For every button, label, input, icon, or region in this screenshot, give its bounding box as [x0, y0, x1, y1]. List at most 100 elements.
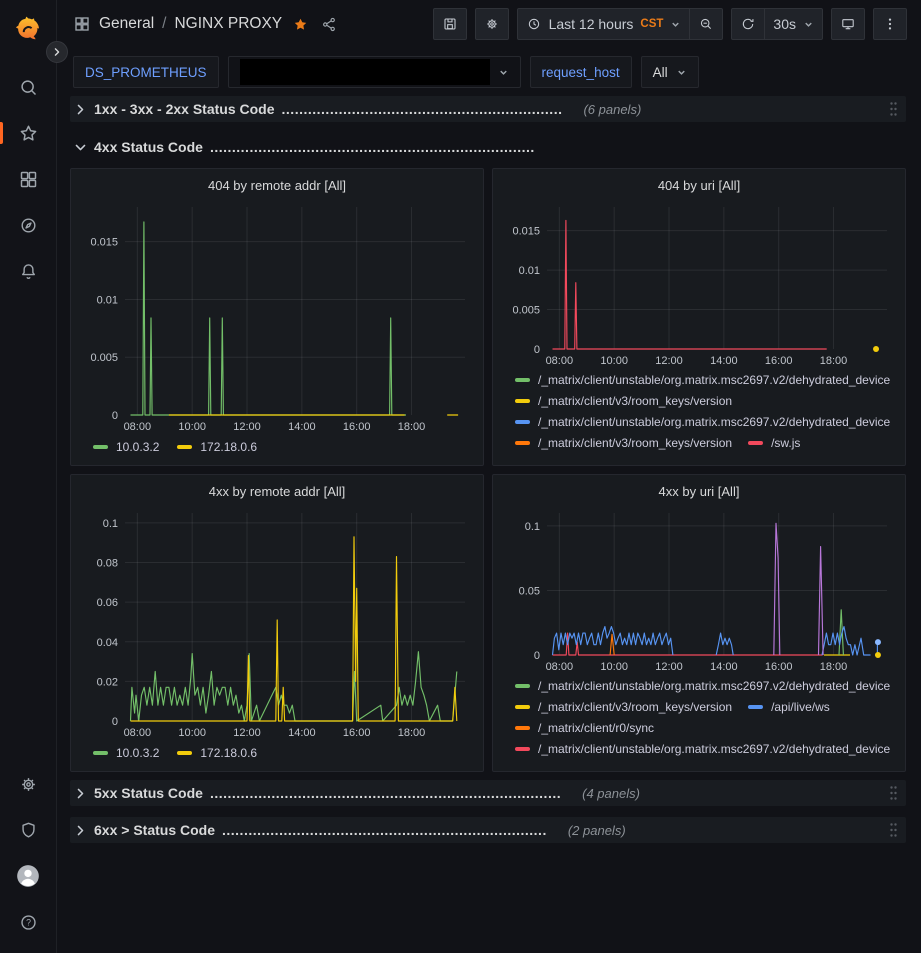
sidebar-item-configuration[interactable] [0, 761, 57, 807]
legend-color-swatch [748, 441, 763, 445]
variable-select-ds-prometheus[interactable] [228, 56, 521, 88]
legend-item[interactable]: /_matrix/client/r0/sync [515, 721, 654, 735]
sidebar: ? [0, 0, 57, 953]
row-4xx[interactable]: 4xx Status Code ........................… [70, 134, 906, 160]
legend-label: /_matrix/client/r0/sync [538, 721, 654, 735]
legend-color-swatch [93, 751, 108, 755]
zoom-out-icon [698, 16, 714, 32]
variable-label-ds-prometheus[interactable]: DS_PROMETHEUS [73, 56, 219, 88]
row-5xx[interactable]: 5xx Status Code ........................… [70, 780, 906, 806]
dashboards-grid-icon [18, 169, 39, 190]
svg-text:08:00: 08:00 [124, 421, 152, 433]
legend-color-swatch [515, 747, 530, 751]
alerting-bell-icon [18, 261, 39, 282]
panel-title[interactable]: 404 by uri [All] [503, 175, 895, 199]
svg-text:0.015: 0.015 [90, 237, 118, 249]
legend-item[interactable]: /api/live/ws [748, 700, 830, 714]
svg-text:12:00: 12:00 [655, 355, 683, 367]
svg-text:10:00: 10:00 [178, 727, 206, 739]
legend-item[interactable]: /sw.js [748, 436, 800, 450]
legend-item[interactable]: /_matrix/client/unstable/org.matrix.msc2… [515, 742, 890, 756]
kebab-menu-icon [882, 16, 898, 32]
chevron-right-icon [52, 47, 62, 57]
svg-text:08:00: 08:00 [546, 355, 574, 367]
shield-icon [18, 820, 39, 841]
sidebar-item-server-admin[interactable] [0, 807, 57, 853]
variable-label-request-host[interactable]: request_host [530, 56, 632, 88]
variable-select-request-host[interactable]: All [641, 56, 699, 88]
svg-text:12:00: 12:00 [655, 661, 683, 673]
panel-title[interactable]: 4xx by remote addr [All] [81, 481, 473, 505]
legend-item[interactable]: /_matrix/client/v3/room_keys/version [515, 394, 732, 408]
chart-area[interactable]: 08:0010:0012:0014:0016:0018:0000.050.1 [503, 505, 895, 675]
cycle-view-mode-button[interactable] [831, 8, 865, 40]
sidebar-expand-button[interactable] [46, 41, 68, 63]
refresh-interval-picker[interactable]: 30s [765, 8, 823, 40]
sidebar-item-alerting[interactable] [0, 248, 57, 294]
save-dashboard-button[interactable] [433, 8, 467, 40]
row-leader: ........................................… [222, 822, 547, 838]
explore-compass-icon [18, 215, 39, 236]
svg-text:0.1: 0.1 [525, 521, 540, 533]
top-navbar: General / NGINX PROXY [57, 0, 921, 48]
panel-4xx-by-uri: 4xx by uri [All]08:0010:0012:0014:0016:0… [492, 474, 906, 772]
svg-text:16:00: 16:00 [343, 727, 371, 739]
svg-text:0.05: 0.05 [519, 585, 540, 597]
legend-item[interactable]: 10.0.3.2 [93, 440, 159, 454]
legend-item[interactable]: /_matrix/client/unstable/org.matrix.msc2… [515, 679, 890, 693]
time-picker-group: Last 12 hours CST [517, 8, 724, 40]
sidebar-item-starred[interactable] [0, 110, 57, 156]
variable-value: All [653, 65, 668, 80]
svg-text:16:00: 16:00 [765, 661, 793, 673]
drag-handle-icon[interactable] [885, 785, 902, 801]
legend-color-swatch [748, 705, 763, 709]
svg-text:18:00: 18:00 [820, 661, 848, 673]
sidebar-item-search[interactable] [0, 64, 57, 110]
sidebar-item-help[interactable]: ? [0, 899, 57, 945]
row-title: 4xx Status Code [94, 139, 203, 155]
legend-item[interactable]: /_matrix/client/unstable/org.matrix.msc2… [515, 373, 890, 387]
chart-area[interactable]: 08:0010:0012:0014:0016:0018:0000.0050.01… [503, 199, 895, 369]
legend: /_matrix/client/unstable/org.matrix.msc2… [503, 373, 895, 459]
legend-item[interactable]: /_matrix/client/v3/room_keys/version [515, 436, 732, 450]
refresh-button[interactable] [731, 8, 765, 40]
legend-label: 10.0.3.2 [116, 746, 159, 760]
svg-text:18:00: 18:00 [820, 355, 848, 367]
legend-item[interactable]: 10.0.3.2 [93, 746, 159, 760]
drag-handle-icon[interactable] [885, 822, 902, 838]
row-panel-count: (4 panels) [582, 786, 640, 801]
legend-item[interactable]: /_matrix/client/v3/room_keys/version [515, 700, 732, 714]
legend-item[interactable]: 172.18.0.6 [177, 440, 257, 454]
legend-color-swatch [515, 420, 530, 424]
legend-label: /_matrix/client/v3/room_keys/version [538, 700, 732, 714]
zoom-out-time-button[interactable] [690, 8, 723, 40]
favorite-star-button[interactable] [290, 14, 311, 35]
chart-area[interactable]: 08:0010:0012:0014:0016:0018:0000.0050.01… [81, 199, 473, 435]
breadcrumb-section[interactable]: General [99, 15, 154, 33]
sidebar-item-dashboards[interactable] [0, 156, 57, 202]
svg-text:?: ? [26, 917, 31, 927]
chart-area[interactable]: 08:0010:0012:0014:0016:0018:0000.020.040… [81, 505, 473, 741]
sidebar-item-profile[interactable] [0, 853, 57, 899]
more-options-button[interactable] [873, 8, 907, 40]
legend-item[interactable]: 172.18.0.6 [177, 746, 257, 760]
legend-label: /_matrix/client/unstable/org.matrix.msc2… [538, 679, 890, 693]
sidebar-item-explore[interactable] [0, 202, 57, 248]
legend-label: /_matrix/client/unstable/org.matrix.msc2… [538, 742, 890, 756]
row-leader: ........................................… [282, 101, 563, 117]
chart-svg: 08:0010:0012:0014:0016:0018:0000.0050.01… [81, 199, 473, 435]
drag-handle-icon[interactable] [885, 101, 902, 117]
chevron-down-icon [498, 67, 509, 78]
dashboard-settings-button[interactable] [475, 8, 509, 40]
legend-label: /_matrix/client/v3/room_keys/version [538, 436, 732, 450]
share-button[interactable] [319, 14, 340, 35]
legend-color-swatch [177, 445, 192, 449]
panel-title[interactable]: 404 by remote addr [All] [81, 175, 473, 199]
legend-label: 10.0.3.2 [116, 440, 159, 454]
panel-title[interactable]: 4xx by uri [All] [503, 481, 895, 505]
legend-item[interactable]: /_matrix/client/unstable/org.matrix.msc2… [515, 415, 890, 429]
row-1xx-3xx-2xx[interactable]: 1xx - 3xx - 2xx Status Code ............… [70, 96, 906, 122]
row-6xx[interactable]: 6xx > Status Code ......................… [70, 817, 906, 843]
svg-text:0.01: 0.01 [519, 265, 540, 277]
time-range-picker[interactable]: Last 12 hours CST [517, 8, 691, 40]
